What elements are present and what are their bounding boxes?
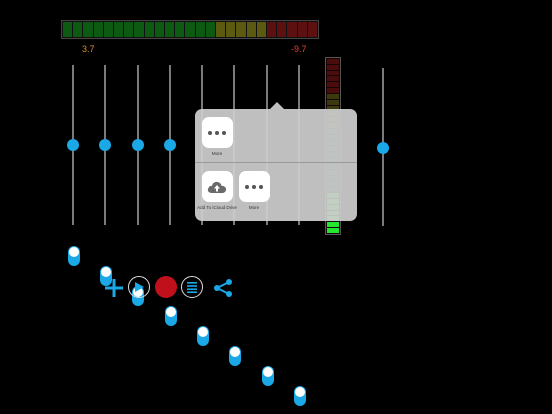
- vertical-meter-segment: [327, 59, 339, 64]
- meter-segment: [63, 22, 73, 37]
- vertical-meter-segment: [327, 64, 339, 70]
- more-icon: [238, 171, 270, 202]
- share-button[interactable]: [212, 277, 234, 299]
- channel-toggle-6[interactable]: [229, 346, 241, 366]
- left-level-readout: 3.7: [82, 44, 95, 54]
- share-icon: [214, 279, 232, 297]
- meter-segment: [226, 22, 236, 37]
- channel-toggle-4[interactable]: [165, 306, 177, 326]
- vertical-meter-segment: [327, 76, 339, 82]
- meter-segment: [124, 22, 134, 37]
- meter-segment: [93, 22, 103, 37]
- meter-segment: [114, 22, 124, 37]
- record-button[interactable]: [155, 276, 177, 298]
- meter-segment: [73, 22, 83, 37]
- more-icon: [201, 117, 233, 148]
- slider-knob-3[interactable]: [132, 139, 144, 151]
- meter-segment: [185, 22, 195, 37]
- meter-segment: [246, 22, 256, 37]
- channel-toggle-8[interactable]: [294, 386, 306, 406]
- slider-knob-4[interactable]: [164, 139, 176, 151]
- list-icon: [187, 282, 197, 293]
- share-sheet: More Add To iCloud Drive More: [195, 109, 357, 221]
- share-action-label: More: [248, 205, 260, 210]
- meter-segment: [287, 22, 297, 37]
- list-button[interactable]: [181, 276, 203, 298]
- share-more-action-2[interactable]: More: [236, 171, 272, 210]
- vertical-meter-segment: [327, 82, 339, 88]
- meter-segment: [103, 22, 114, 37]
- play-icon: [135, 282, 144, 292]
- level-meter: [61, 20, 319, 39]
- meter-segment: [205, 22, 216, 37]
- share-action-label: More: [211, 151, 223, 156]
- meter-segment: [154, 22, 165, 37]
- sheet-divider: [195, 162, 357, 163]
- meter-segment: [216, 22, 226, 37]
- cloud-upload-icon: [201, 171, 233, 202]
- vertical-meter-segment: [327, 228, 339, 233]
- right-level-readout: -9.7: [291, 44, 307, 54]
- share-more-action-1[interactable]: More: [199, 117, 235, 156]
- share-icloud-action[interactable]: Add To iCloud Drive: [197, 171, 237, 210]
- channel-toggle-5[interactable]: [197, 326, 209, 346]
- share-action-label: Add To iCloud Drive: [197, 205, 237, 210]
- channel-toggle-1[interactable]: [68, 246, 80, 266]
- vertical-meter-segment: [327, 88, 339, 93]
- meter-segment: [256, 22, 267, 37]
- meter-segment: [236, 22, 246, 37]
- vertical-meter-segment: [327, 222, 339, 228]
- meter-segment: [175, 22, 185, 37]
- add-button[interactable]: [104, 278, 124, 298]
- plus-icon: [105, 279, 123, 297]
- vertical-meter-segment: [327, 93, 339, 99]
- meter-segment: [307, 22, 318, 37]
- master-slider-knob[interactable]: [377, 142, 389, 154]
- vertical-meter-segment: [327, 70, 339, 76]
- popover-arrow: [270, 102, 284, 109]
- slider-knob-2[interactable]: [99, 139, 111, 151]
- play-button[interactable]: [128, 276, 150, 298]
- meter-segment: [165, 22, 175, 37]
- meter-segment: [134, 22, 144, 37]
- meter-segment: [267, 22, 277, 37]
- vertical-meter-segment: [327, 99, 339, 105]
- channel-toggle-7[interactable]: [262, 366, 274, 386]
- meter-segment: [297, 22, 307, 37]
- meter-segment: [195, 22, 205, 37]
- slider-knob-1[interactable]: [67, 139, 79, 151]
- meter-segment: [144, 22, 154, 37]
- meter-segment: [83, 22, 93, 37]
- meter-segment: [277, 22, 287, 37]
